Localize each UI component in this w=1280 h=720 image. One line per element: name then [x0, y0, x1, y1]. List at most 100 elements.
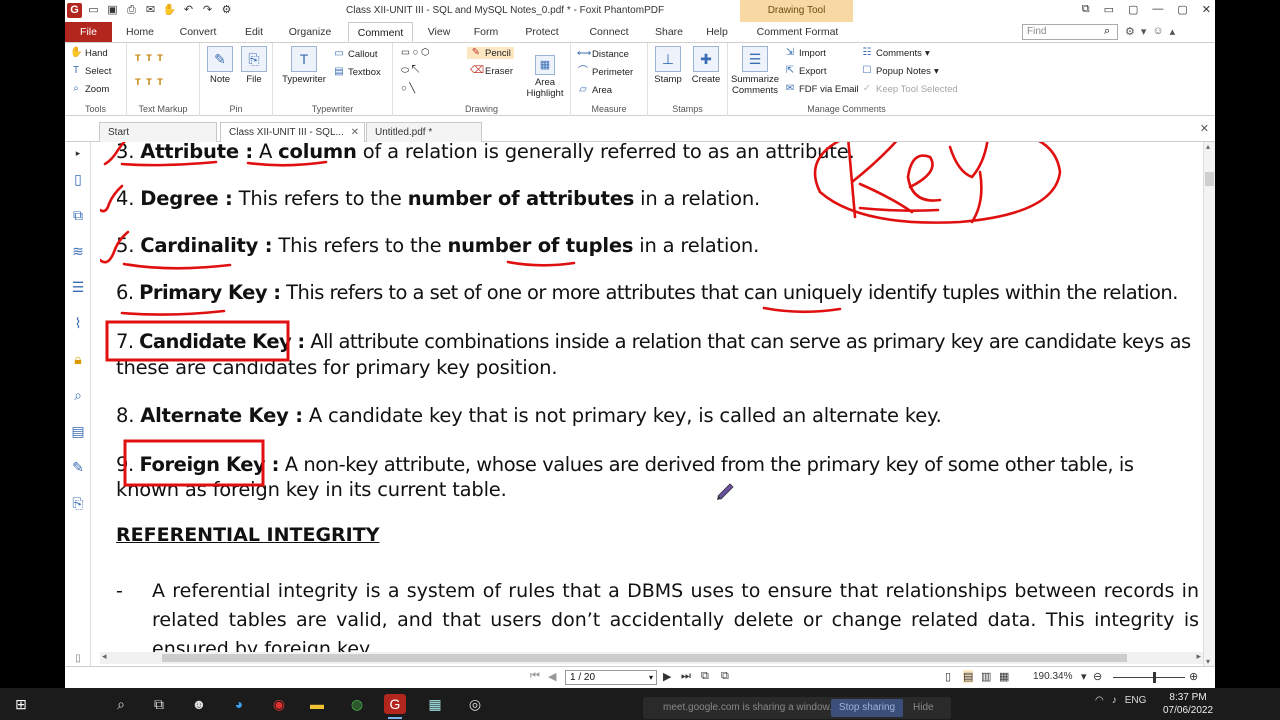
- previous-page-icon[interactable]: ◀: [548, 670, 556, 683]
- scroll-up-icon[interactable]: ▴: [1206, 142, 1210, 151]
- store-icon[interactable]: ▦: [424, 694, 446, 714]
- tab-share[interactable]: Share: [650, 22, 688, 42]
- create-stamp-button[interactable]: ✚ Create: [688, 46, 724, 85]
- import-button[interactable]: ⇲ Import: [784, 47, 826, 59]
- foxit-taskbar-icon[interactable]: G: [384, 694, 406, 719]
- attachment-icon[interactable]: ⌇: [69, 314, 87, 332]
- pages-icon[interactable]: ⧉: [69, 206, 87, 224]
- first-page-icon[interactable]: ⏮: [530, 670, 540, 683]
- search-icon[interactable]: ⌕: [110, 694, 132, 714]
- zoom-slider[interactable]: [1113, 677, 1185, 678]
- zoom-out-icon[interactable]: ⊖: [1093, 670, 1102, 683]
- save-icon[interactable]: ▣: [105, 3, 120, 18]
- tab-protect[interactable]: Protect: [517, 22, 567, 42]
- tab-convert[interactable]: Convert: [173, 22, 223, 42]
- facing-page-icon[interactable]: ▥: [981, 670, 991, 683]
- scroll-left-icon[interactable]: ◂: [102, 651, 107, 662]
- close-icon[interactable]: ✕: [1202, 3, 1211, 16]
- vertical-scrollbar[interactable]: ▴ ▾: [1203, 142, 1215, 666]
- settings-icon[interactable]: ⚙: [1125, 25, 1135, 38]
- zoom-slider-handle[interactable]: [1153, 672, 1156, 683]
- strikeout-text-icon[interactable]: T T T: [135, 77, 163, 88]
- hand-tool-button[interactable]: ✋ Hand: [70, 47, 108, 59]
- volume-icon[interactable]: ♪: [1112, 695, 1117, 706]
- maximize-icon[interactable]: ▢: [1177, 3, 1187, 16]
- next-page-icon[interactable]: ▶: [663, 670, 671, 683]
- minimize-icon[interactable]: —: [1152, 3, 1163, 16]
- search-document-icon[interactable]: ⌕: [69, 386, 87, 404]
- file-button[interactable]: ⎘ File: [238, 46, 270, 85]
- zoom-level[interactable]: 190.34%: [1033, 671, 1072, 682]
- ellipse-shape-icon[interactable]: ⬭ ↖: [401, 65, 419, 76]
- redo-icon[interactable]: ↷: [200, 3, 215, 18]
- tab-help[interactable]: Help: [701, 22, 733, 42]
- close-tab-icon[interactable]: ✕: [351, 123, 359, 143]
- tab-form[interactable]: Form: [468, 22, 504, 42]
- horizontal-scroll-thumb[interactable]: [162, 654, 1127, 662]
- tab-comment-format[interactable]: Comment Format: [750, 22, 845, 42]
- note-button[interactable]: ✎ Note: [204, 46, 236, 85]
- chat-icon[interactable]: ☻: [188, 694, 210, 714]
- continuous-facing-icon[interactable]: ▦: [999, 670, 1009, 683]
- tab-connect[interactable]: Connect: [583, 22, 635, 42]
- tab-comment[interactable]: Comment: [348, 22, 413, 42]
- edge-icon[interactable]: ◕: [228, 694, 250, 714]
- restore-ribbon-icon[interactable]: ▢: [1128, 3, 1138, 16]
- pencil-button[interactable]: ✎ Pencil: [467, 47, 514, 59]
- expand-panel-icon[interactable]: ▸: [69, 144, 87, 162]
- fdf-via-email-button[interactable]: ✉ FDF via Email: [784, 83, 859, 95]
- print-icon[interactable]: ⎙: [124, 3, 139, 18]
- perimeter-button[interactable]: ⌒ Perimeter: [577, 66, 633, 78]
- language-indicator[interactable]: ENG: [1125, 695, 1147, 706]
- popup-notes-dropdown[interactable]: ☐ Popup Notes ▾: [861, 65, 939, 77]
- tools-icon[interactable]: ✎: [69, 458, 87, 476]
- layers-icon[interactable]: ≋: [69, 242, 87, 260]
- area-button[interactable]: ▱ Area: [577, 84, 612, 96]
- zoom-tool-button[interactable]: ⌕ Zoom: [70, 83, 109, 95]
- zoom-in-icon[interactable]: ⊕: [1189, 670, 1198, 683]
- undo-icon[interactable]: ↶: [181, 3, 196, 18]
- area-highlight-button[interactable]: ▦ Area Highlight: [523, 55, 567, 99]
- comments-dropdown[interactable]: ☷ Comments ▾: [861, 47, 930, 59]
- email-icon[interactable]: ✉: [143, 3, 158, 18]
- last-page-icon[interactable]: ⏭: [681, 670, 691, 683]
- task-view-icon[interactable]: ⧉: [148, 694, 170, 714]
- lock-icon[interactable]: 🔒︎: [69, 350, 87, 368]
- open-folder-icon[interactable]: ▭: [86, 3, 101, 18]
- hand-tool-icon[interactable]: ✋: [162, 3, 177, 18]
- rectangle-shape-icon[interactable]: ▭ ○ ⬡: [401, 47, 429, 58]
- clock[interactable]: 8:37 PM 07/06/2022: [1163, 691, 1213, 717]
- zoom-dropdown-icon[interactable]: ▾: [1081, 670, 1087, 683]
- typewriter-button[interactable]: T Typewriter: [279, 46, 329, 85]
- tab-view[interactable]: View: [422, 22, 456, 42]
- chrome-icon[interactable]: ◍: [346, 694, 368, 714]
- select-tool-button[interactable]: T Select: [70, 65, 111, 77]
- next-view-icon[interactable]: ⧉: [721, 670, 729, 683]
- media-app-icon[interactable]: ◉: [268, 694, 290, 714]
- user-icon[interactable]: ☺: [1152, 25, 1163, 38]
- vertical-scroll-thumb[interactable]: [1205, 172, 1214, 186]
- chevron-up-icon[interactable]: ▴: [1170, 25, 1176, 38]
- file-explorer-icon[interactable]: ▬: [306, 694, 328, 714]
- app-icon[interactable]: G: [67, 3, 82, 18]
- horizontal-scrollbar[interactable]: ◂ ▸: [100, 651, 1203, 664]
- stop-sharing-button[interactable]: Stop sharing: [831, 699, 903, 717]
- scroll-down-icon[interactable]: ▾: [1206, 657, 1210, 666]
- search-icon[interactable]: ⌕: [1104, 25, 1110, 38]
- doc-tab-start[interactable]: Start: [99, 122, 217, 142]
- signature-icon[interactable]: ⎘: [69, 494, 87, 512]
- distance-button[interactable]: ⟷ Distance: [577, 48, 629, 60]
- tab-organize[interactable]: Organize: [285, 22, 335, 42]
- page-number-input[interactable]: 1 / 20 ▾: [565, 670, 657, 685]
- textbox-button[interactable]: ▤ Textbox: [333, 66, 380, 78]
- export-button[interactable]: ⇱ Export: [784, 65, 827, 77]
- page-thumbnails-icon[interactable]: ▯: [69, 170, 87, 188]
- customize-icon[interactable]: ⚙: [219, 3, 234, 18]
- chevron-down-icon[interactable]: ▾: [1141, 25, 1147, 38]
- scroll-right-icon[interactable]: ▸: [1196, 651, 1201, 662]
- minimize-ribbon-icon[interactable]: ▭: [1104, 3, 1114, 16]
- single-page-icon[interactable]: ▯: [945, 670, 951, 683]
- form-fields-icon[interactable]: ▤: [69, 422, 87, 440]
- tab-edit[interactable]: Edit: [237, 22, 271, 42]
- hide-button[interactable]: Hide: [913, 699, 947, 717]
